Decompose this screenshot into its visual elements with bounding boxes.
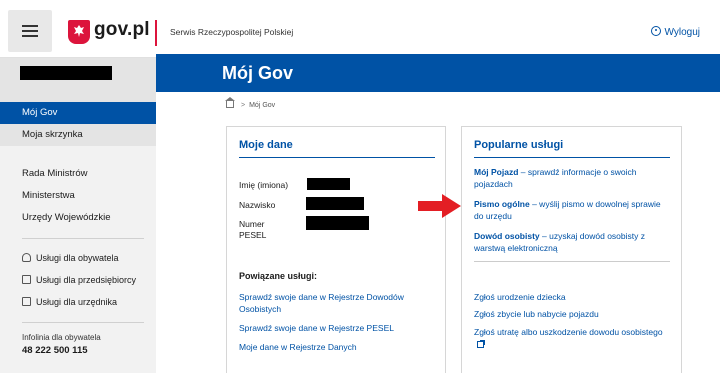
redacted-last-name <box>306 197 364 210</box>
field-label-pesel: Numer PESEL <box>239 219 267 240</box>
home-icon[interactable] <box>225 97 235 108</box>
sidebar-link-obywatel[interactable]: Usługi dla obywatela <box>0 248 156 268</box>
logout-link[interactable]: Wyloguj <box>650 26 700 38</box>
hamburger-icon <box>22 25 38 27</box>
link-rejestr-pesel[interactable]: Sprawdź swoje dane w Rejestrze PESEL <box>239 322 439 334</box>
redacted-first-name <box>307 178 350 190</box>
logo-divider <box>155 20 157 46</box>
breadcrumb-current: Mój Gov <box>249 102 276 109</box>
red-arrow-icon <box>418 194 461 218</box>
sidebar-item-moja-skrzynka[interactable]: Moja skrzynka <box>0 124 156 146</box>
link-rejestr-dowodow[interactable]: Sprawdź swoje dane w Rejestrze Dowodów O… <box>239 291 439 315</box>
field-label-last-name: Nazwisko <box>239 200 276 210</box>
service-name: Serwis Rzeczypospolitej Polskiej <box>170 27 294 37</box>
redacted-user-name <box>20 66 112 80</box>
card-title-underline <box>239 157 435 158</box>
card-title-underline <box>474 157 670 158</box>
popular-services-title: Popularne usługi <box>474 139 564 151</box>
sidebar-item-rada-ministrow[interactable]: Rada Ministrów <box>0 163 156 185</box>
featured-service-pismo-ogolne[interactable]: Pismo ogólne – wyślij pismo w dowolnej s… <box>474 198 670 222</box>
building-icon <box>22 297 31 306</box>
sidebar-item-ministerstwa[interactable]: Ministerstwa <box>0 185 156 207</box>
infoline-number[interactable]: 48 222 500 115 <box>22 345 88 356</box>
external-link-icon <box>477 340 485 348</box>
menu-toggle-button[interactable] <box>8 10 52 52</box>
sidebar-link-przedsiebiorca[interactable]: Usługi dla przedsiębiorcy <box>0 270 156 290</box>
sidebar-item-urzedy-wojewodzkie[interactable]: Urzędy Wojewódzkie <box>0 207 156 229</box>
person-icon <box>22 253 31 262</box>
link-zglos-urodzenie[interactable]: Zgłoś urodzenie dziecka <box>474 291 674 303</box>
eagle-emblem-icon <box>68 20 90 44</box>
sidebar-user-panel <box>0 58 156 102</box>
link-zglos-utrate-dowodu[interactable]: Zgłoś utratę albo uszkodzenie dowodu oso… <box>474 326 670 350</box>
briefcase-icon <box>22 275 31 284</box>
page-title: Mój Gov <box>222 63 293 83</box>
featured-service-dowod-osobisty[interactable]: Dowód osobisty – uzyskaj dowód osobisty … <box>474 230 670 254</box>
logout-label: Wyloguj <box>664 27 700 38</box>
user-icon <box>650 26 661 36</box>
popular-services-card: Popularne usługi Mój Pojazd – sprawdź in… <box>461 126 682 373</box>
link-rejestr-danych[interactable]: Moje dane w Rejestrze Danych <box>239 341 439 353</box>
featured-service-moj-pojazd[interactable]: Mój Pojazd – sprawdź informacje o swoich… <box>474 166 670 190</box>
sidebar-link-urzednik[interactable]: Usługi dla urzędnika <box>0 292 156 312</box>
my-data-title: Moje dane <box>239 139 293 151</box>
sidebar-divider <box>22 238 144 239</box>
sidebar: Mój Gov Moja skrzynka Rada Ministrów Min… <box>0 58 156 373</box>
sidebar-item-moj-gov[interactable]: Mój Gov <box>0 102 156 124</box>
breadcrumb: > Mój Gov <box>225 97 276 109</box>
page-banner: Mój Gov <box>156 54 720 92</box>
top-header: gov.pl Serwis Rzeczypospolitej Polskiej … <box>0 0 720 58</box>
sidebar-divider <box>22 322 144 323</box>
infoline-label: Infolinia dla obywatela <box>22 333 101 342</box>
related-services-title: Powiązane usługi: <box>239 271 318 281</box>
my-data-card: Moje dane Imię (imiona) Nazwisko Numer P… <box>226 126 446 373</box>
link-zglos-zbycie-pojazdu[interactable]: Zgłoś zbycie lub nabycie pojazdu <box>474 308 674 320</box>
field-label-first-name: Imię (imiona) <box>239 180 289 190</box>
redacted-pesel <box>306 216 369 230</box>
site-logo[interactable]: gov.pl <box>94 19 150 41</box>
chevron-right-icon: > <box>241 102 246 109</box>
section-divider <box>474 261 670 262</box>
